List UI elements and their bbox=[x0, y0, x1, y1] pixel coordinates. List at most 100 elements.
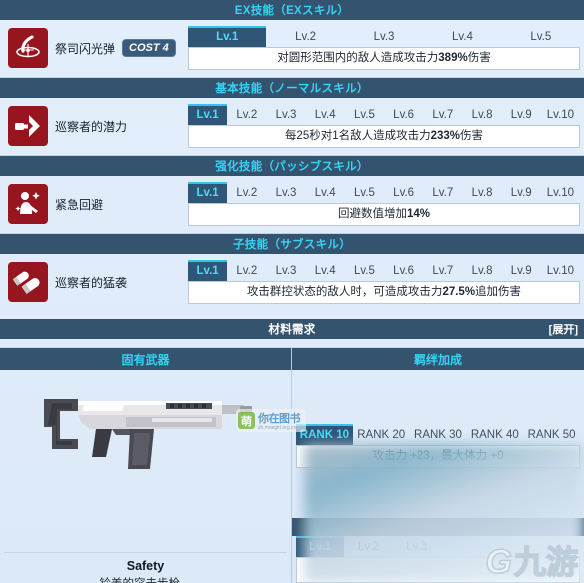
bond-rank-tab-30[interactable]: RANK 30 bbox=[410, 424, 467, 445]
material-requirement-title: 材料需求 bbox=[268, 324, 316, 336]
level-tab-sub-2[interactable]: Lv.2 bbox=[227, 260, 266, 281]
level-tab-passive-5[interactable]: Lv.5 bbox=[345, 182, 384, 203]
level-tab-sub-7[interactable]: Lv.7 bbox=[423, 260, 462, 281]
level-tab-ex-1[interactable]: Lv.1 bbox=[188, 26, 267, 47]
skill-row-ex: 祭司闪光弹 COST 4 Lv.1 Lv.2 Lv.3 Lv.4 Lv.5 对圆… bbox=[0, 20, 584, 77]
desc-normal-pre: 每25秒对1名敌人造成攻击力 bbox=[284, 130, 431, 142]
level-tab-passive-3[interactable]: Lv.3 bbox=[266, 182, 305, 203]
bond-column-title: 羁绊加成 bbox=[413, 352, 462, 367]
desc-ex-post: 伤害 bbox=[467, 52, 491, 64]
desc-sub-pre: 攻击群控状态的敌人时，可造成攻击力 bbox=[246, 286, 443, 298]
level-tab-sub-8[interactable]: Lv.8 bbox=[462, 260, 501, 281]
expand-toggle-link[interactable]: [展开] bbox=[549, 321, 578, 337]
level-tab-normal-10[interactable]: Lv.10 bbox=[541, 104, 580, 125]
level-tab-passive-7[interactable]: Lv.7 bbox=[423, 182, 462, 203]
section-title-ex: EX技能（EXスキル） bbox=[234, 5, 350, 17]
skill-row-passive: 紧急回避 Lv.1 Lv.2 Lv.3 Lv.4 Lv.5 Lv.6 Lv.7 … bbox=[0, 176, 584, 233]
level-tab-passive-8[interactable]: Lv.8 bbox=[462, 182, 501, 203]
desc-normal-post: 伤害 bbox=[460, 130, 484, 142]
level-tab-ex-3[interactable]: Lv.3 bbox=[345, 26, 423, 47]
assault-rifle-icon bbox=[26, 381, 266, 482]
bond-rank-tab-40[interactable]: RANK 40 bbox=[466, 424, 523, 445]
desc-ex-num: 389% bbox=[438, 52, 468, 64]
skill-name-ex: 祭司闪光弹 bbox=[55, 41, 116, 56]
moegirl-watermark-text: 你在图书 zh.moegirl.org.cn bbox=[258, 410, 301, 431]
level-tab-passive-10[interactable]: Lv.10 bbox=[541, 182, 580, 203]
level-tab-ex-2[interactable]: Lv.2 bbox=[266, 26, 344, 47]
character-detail-page: EX技能（EXスキル） 祭司闪光弹 COST 4 Lv.1 Lv.2 Lv.3 … bbox=[0, 0, 584, 583]
weapon-name: Safety bbox=[126, 559, 165, 573]
skill-name-passive: 紧急回避 bbox=[55, 197, 104, 212]
level-tab-normal-1[interactable]: Lv.1 bbox=[188, 104, 228, 125]
level-tab-passive-6[interactable]: Lv.6 bbox=[384, 182, 423, 203]
level-tab-normal-4[interactable]: Lv.4 bbox=[306, 104, 345, 125]
skill-row-sub: 巡察者的猛袭 Lv.1 Lv.2 Lv.3 Lv.4 Lv.5 Lv.6 Lv.… bbox=[0, 254, 584, 311]
desc-sub-post: 追加伤害 bbox=[475, 286, 522, 298]
level-tab-sub-1[interactable]: Lv.1 bbox=[188, 260, 228, 281]
bond-top-spacer bbox=[292, 370, 584, 416]
level-tab-normal-8[interactable]: Lv.8 bbox=[462, 104, 501, 125]
bond-column-header: 羁绊加成 bbox=[292, 348, 584, 370]
skill-description-sub: 攻击群控状态的敌人时，可造成攻击力27.5%追加伤害 bbox=[188, 281, 580, 304]
section-title-normal: 基本技能（ノーマルスキル） bbox=[215, 83, 369, 95]
level-tab-passive-4[interactable]: Lv.4 bbox=[306, 182, 345, 203]
level-tab-sub-6[interactable]: Lv.6 bbox=[384, 260, 423, 281]
level-tab-normal-2[interactable]: Lv.2 bbox=[227, 104, 266, 125]
skill-identity-normal: 巡察者的潜力 bbox=[8, 104, 188, 146]
skill-description-ex: 对圆形范围内的敌人造成攻击力389%伤害 bbox=[188, 47, 580, 70]
section-header-sub: 子技能（サブスキル） bbox=[0, 234, 584, 254]
skill-levels-normal: Lv.1 Lv.2 Lv.3 Lv.4 Lv.5 Lv.6 Lv.7 Lv.8 … bbox=[188, 104, 580, 148]
level-tab-passive-1[interactable]: Lv.1 bbox=[188, 182, 228, 203]
weapon-image-pane bbox=[0, 370, 291, 552]
moegirl-watermark-name: 你在图书 bbox=[258, 413, 301, 425]
section-title-passive: 强化技能（パッシブスキル） bbox=[215, 161, 369, 173]
desc-sub-num: 27.5% bbox=[442, 286, 476, 298]
desc-passive-pre: 回避数值增加 bbox=[337, 208, 407, 220]
material-requirement-header[interactable]: 材料需求 [展开] bbox=[0, 319, 584, 339]
desc-normal-num: 233% bbox=[430, 130, 461, 142]
bond-rank-tab-50[interactable]: RANK 50 bbox=[523, 424, 580, 445]
level-tab-ex-5[interactable]: Lv.5 bbox=[502, 26, 580, 47]
weapon-description: 铃美的突击步枪。 对时常独自在街上巡逻的铃美来说，是某种意义上的伙伴。 bbox=[0, 576, 291, 583]
level-tab-sub-10[interactable]: Lv.10 bbox=[541, 260, 580, 281]
jiuyou-watermark-text: 九游 bbox=[513, 543, 579, 581]
bond-rank-tabs: RANK 10 RANK 20 RANK 30 RANK 40 RANK 50 bbox=[296, 424, 580, 445]
level-tabs-normal: Lv.1 Lv.2 Lv.3 Lv.4 Lv.5 Lv.6 Lv.7 Lv.8 … bbox=[188, 104, 580, 125]
level-tabs-ex: Lv.1 Lv.2 Lv.3 Lv.4 Lv.5 bbox=[188, 26, 580, 47]
flash-grenade-icon bbox=[8, 28, 48, 68]
jiuyou-logo-icon: G bbox=[485, 543, 513, 581]
level-tab-normal-7[interactable]: Lv.7 bbox=[423, 104, 462, 125]
skill-name-normal: 巡察者的潜力 bbox=[55, 119, 128, 134]
level-tab-normal-3[interactable]: Lv.3 bbox=[266, 104, 305, 125]
level-tab-normal-6[interactable]: Lv.6 bbox=[384, 104, 423, 125]
level-tab-normal-5[interactable]: Lv.5 bbox=[345, 104, 384, 125]
skill-levels-ex: Lv.1 Lv.2 Lv.3 Lv.4 Lv.5 对圆形范围内的敌人造成攻击力3… bbox=[188, 26, 580, 70]
skill-identity-sub: 巡察者的猛袭 bbox=[8, 260, 188, 302]
level-tab-sub-9[interactable]: Lv.9 bbox=[502, 260, 541, 281]
skill-description-normal: 每25秒对1名敌人造成攻击力233%伤害 bbox=[188, 125, 580, 148]
level-tab-sub-5[interactable]: Lv.5 bbox=[345, 260, 384, 281]
level-tab-passive-9[interactable]: Lv.9 bbox=[502, 182, 541, 203]
weapon-column-title: 固有武器 bbox=[121, 352, 170, 367]
moegirl-watermark-url: zh.moegirl.org.cn bbox=[258, 425, 297, 431]
skill-identity-passive: 紧急回避 bbox=[8, 182, 188, 224]
level-tab-ex-4[interactable]: Lv.4 bbox=[423, 26, 501, 47]
skill-row-normal: 巡察者的潜力 Lv.1 Lv.2 Lv.3 Lv.4 Lv.5 Lv.6 Lv.… bbox=[0, 98, 584, 155]
jiuyou-watermark: G 九游 bbox=[485, 543, 579, 581]
level-tab-passive-2[interactable]: Lv.2 bbox=[227, 182, 266, 203]
moegirl-watermark: 萌 你在图书 zh.moegirl.org.cn bbox=[236, 409, 306, 432]
weapon-column-header: 固有武器 bbox=[0, 348, 291, 370]
level-tab-normal-9[interactable]: Lv.9 bbox=[502, 104, 541, 125]
section-header-passive: 强化技能（パッシブスキル） bbox=[0, 156, 584, 176]
gun-muzzle-icon bbox=[8, 106, 48, 146]
dodge-person-icon bbox=[8, 184, 48, 224]
skill-name-sub: 巡察者的猛袭 bbox=[55, 275, 128, 290]
skill-levels-sub: Lv.1 Lv.2 Lv.3 Lv.4 Lv.5 Lv.6 Lv.7 Lv.8 … bbox=[188, 260, 580, 304]
level-tab-sub-3[interactable]: Lv.3 bbox=[266, 260, 305, 281]
moegirl-logo-icon: 萌 bbox=[238, 412, 255, 429]
bond-rank-tab-20[interactable]: RANK 20 bbox=[353, 424, 410, 445]
level-tab-sub-4[interactable]: Lv.4 bbox=[306, 260, 345, 281]
section-header-ex: EX技能（EXスキル） bbox=[0, 0, 584, 20]
level-tabs-sub: Lv.1 Lv.2 Lv.3 Lv.4 Lv.5 Lv.6 Lv.7 Lv.8 … bbox=[188, 260, 580, 281]
section-title-sub: 子技能（サブスキル） bbox=[233, 239, 351, 251]
